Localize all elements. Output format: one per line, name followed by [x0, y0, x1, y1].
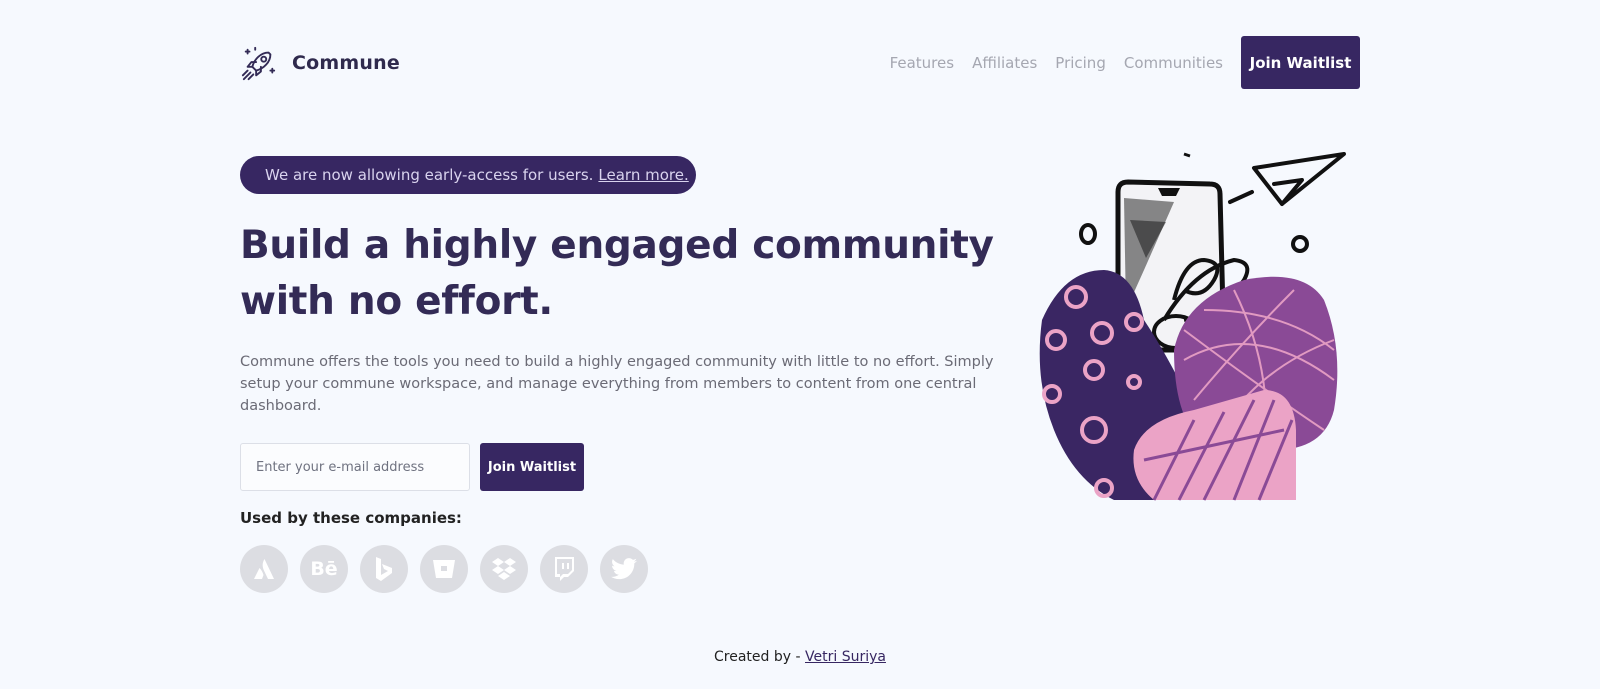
- nav-join-waitlist-button[interactable]: Join Waitlist: [1241, 36, 1360, 89]
- hero-title: Build a highly engaged community with no…: [240, 223, 994, 324]
- company-logos: Bē: [240, 545, 648, 593]
- bitbucket-icon: [420, 545, 468, 593]
- bing-icon: [360, 545, 408, 593]
- brand[interactable]: Commune: [240, 44, 400, 82]
- main-menu: Features Affiliates Pricing Communities …: [890, 36, 1360, 89]
- brand-name: Commune: [292, 51, 400, 74]
- navbar: Commune Features Affiliates Pricing Comm…: [240, 36, 1360, 89]
- companies-label: Used by these companies:: [240, 509, 462, 527]
- nav-link-affiliates[interactable]: Affiliates: [972, 54, 1037, 72]
- announcement-banner: We are now allowing early-access for use…: [240, 156, 696, 194]
- rocket-logo-icon: [241, 46, 276, 80]
- footer: Created by - Vetri Suriya: [0, 649, 1600, 665]
- dropbox-icon: [480, 545, 528, 593]
- behance-icon: Bē: [300, 545, 348, 593]
- footer-prefix: Created by -: [714, 649, 805, 665]
- behance-text: Bē: [310, 558, 338, 580]
- email-input[interactable]: [240, 443, 470, 491]
- author-link[interactable]: Vetri Suriya: [805, 649, 886, 665]
- atlassian-icon: [240, 545, 288, 593]
- nav-link-features[interactable]: Features: [890, 54, 955, 72]
- learn-more-link[interactable]: Learn more.: [598, 166, 688, 184]
- hero-illustration: [1039, 152, 1346, 501]
- waitlist-form: Join Waitlist: [240, 443, 584, 491]
- announcement-text: We are now allowing early-access for use…: [265, 166, 594, 184]
- nav-link-communities[interactable]: Communities: [1124, 54, 1223, 72]
- paper-plane-icon: [1228, 152, 1346, 206]
- join-waitlist-button[interactable]: Join Waitlist: [480, 443, 584, 491]
- twitter-icon: [600, 545, 648, 593]
- twitch-icon: [540, 545, 588, 593]
- nav-link-pricing[interactable]: Pricing: [1055, 54, 1106, 72]
- hero-description: Commune offers the tools you need to bui…: [240, 354, 994, 414]
